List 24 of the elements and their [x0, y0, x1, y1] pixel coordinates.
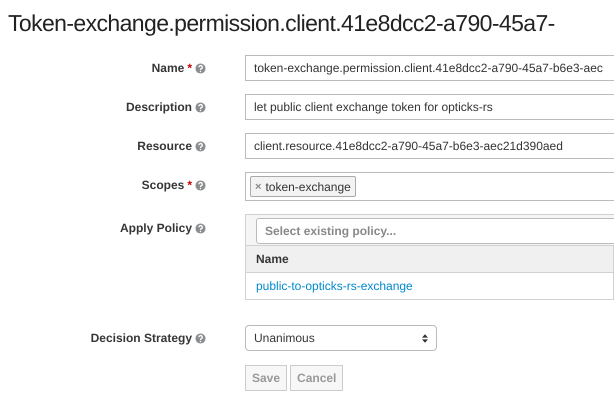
required-mark: * [187, 61, 192, 75]
required-mark: * [187, 178, 192, 192]
field-label: Scopes [142, 178, 184, 192]
strategy-select[interactable]: Unanimous [245, 325, 437, 351]
up-down-caret-icon [422, 332, 428, 344]
tags-field[interactable]: × token-exchange [245, 172, 614, 201]
help-icon[interactable] [195, 223, 206, 234]
page-title: Token-exchange.permission.client.41e8dcc2-a790-45a7- [8, 9, 556, 38]
field-label: Decision Strategy [90, 331, 192, 345]
tag-chip[interactable]: × token-exchange [250, 176, 356, 197]
text-field[interactable]: let public client exchange token for opticks-rs [245, 94, 614, 120]
tag-label: token-exchange [265, 178, 351, 196]
policy-select-field[interactable]: Select existing policy... [256, 218, 614, 244]
help-icon[interactable] [195, 333, 206, 344]
field-label: Resource [137, 139, 192, 153]
text-field[interactable]: client.resource.41e8dcc2-a790-45a7-b6e3-aec21d390aed [245, 133, 614, 159]
field-label: Description [126, 100, 192, 114]
text-field[interactable]: token-exchange.permission.client.41e8dcc2-a790-45a7-b6e3-aec [245, 55, 614, 81]
help-icon[interactable] [195, 63, 206, 74]
help-icon[interactable] [195, 102, 206, 113]
help-icon[interactable] [195, 141, 206, 152]
help-icon[interactable] [195, 180, 206, 191]
field-label: Apply Policy [120, 221, 192, 235]
field-label: Name [152, 61, 184, 75]
